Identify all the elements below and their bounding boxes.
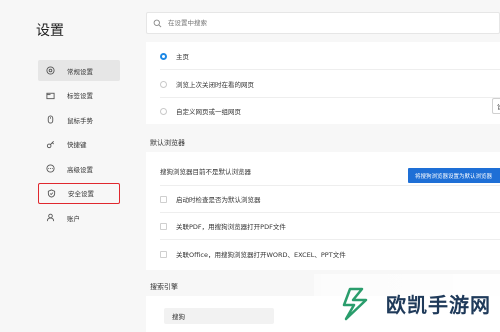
sidebar-item-account[interactable]: 账户: [38, 207, 120, 228]
more-icon: [43, 162, 57, 176]
startup-card: 主页 浏览上次关闭时在看的网页 自定义网页或一组网页 设: [146, 42, 500, 124]
search-input[interactable]: [166, 18, 470, 28]
sidebar-item-security[interactable]: 安全设置: [38, 182, 120, 204]
checkbox[interactable]: [160, 222, 167, 230]
sidebar-item-label: 安全设置: [68, 190, 94, 198]
watermark-logo: [342, 287, 368, 321]
check-default-on-startup[interactable]: 启动时检查是否为默认浏览器: [160, 194, 261, 204]
search-engine-heading: 搜索引擎: [150, 283, 178, 291]
sidebar-item-advanced[interactable]: 高级设置: [38, 158, 120, 179]
search-bar[interactable]: [146, 12, 500, 34]
divider: [160, 69, 500, 70]
divider: [160, 239, 500, 240]
associate-office[interactable]: 关联Office，用搜狗浏览器打开WORD、EXCEL、PPT文件: [160, 249, 346, 259]
checkbox[interactable]: [160, 195, 167, 203]
sidebar-item-label: 鼠标手势: [67, 116, 93, 125]
sidebar-item-mouse-gesture[interactable]: 鼠标手势: [38, 109, 120, 130]
select-value: 搜狗: [172, 313, 185, 321]
status-text: 搜狗浏览器目前不是默认浏览器: [160, 168, 251, 176]
tab-icon: [43, 88, 57, 102]
sidebar-item-shortcuts[interactable]: 快捷键: [38, 134, 120, 155]
sidebar-item-tabs[interactable]: 标签设置: [38, 85, 120, 106]
default-browser-heading: 默认浏览器: [150, 139, 185, 147]
startup-option-custom[interactable]: 自定义网页或一组网页: [160, 106, 241, 116]
divider: [160, 185, 500, 186]
watermark: 欧凯手游网: [314, 274, 500, 332]
sidebar-item-label: 账户: [67, 214, 80, 223]
option-label: 自定义网页或一组网页: [176, 108, 241, 116]
radio-button[interactable]: [160, 107, 167, 115]
set-pages-button[interactable]: 设: [492, 98, 500, 114]
shield-icon: [44, 186, 58, 200]
checkbox-label: 关联PDF，用搜狗浏览器打开PDF文件: [176, 223, 286, 231]
option-label: 浏览上次关闭时在看的网页: [176, 81, 254, 89]
default-browser-status: 搜狗浏览器目前不是默认浏览器: [160, 166, 251, 176]
associate-pdf[interactable]: 关联PDF，用搜狗浏览器打开PDF文件: [160, 221, 286, 231]
radio-button[interactable]: [160, 80, 167, 88]
search-icon: [153, 19, 162, 27]
page-title: 设置: [36, 23, 64, 39]
startup-option-last-session[interactable]: 浏览上次关闭时在看的网页: [160, 79, 254, 89]
option-label: 主页: [176, 53, 189, 61]
set-default-browser-button[interactable]: 将搜狗浏览器设置为默认浏览器: [408, 168, 500, 183]
divider: [160, 97, 500, 98]
settings-icon: [43, 64, 57, 78]
sidebar-item-label: 标签设置: [67, 92, 93, 100]
sidebar-item-general[interactable]: 常规设置: [38, 60, 120, 81]
person-icon: [43, 211, 57, 225]
mouse-gesture-icon: [43, 113, 57, 127]
checkbox[interactable]: [160, 250, 167, 258]
shortcut-key-icon: [43, 137, 57, 151]
checkbox-label: 关联Office，用搜狗浏览器打开WORD、EXCEL、PPT文件: [176, 251, 346, 259]
sidebar-nav: 常规设置 标签设置 鼠标手势 快捷键 高级设置 安全设置 账户: [38, 60, 120, 232]
sidebar-item-label: 快捷键: [67, 141, 87, 149]
sidebar-item-label: 常规设置: [67, 67, 93, 76]
default-browser-card: 搜狗浏览器目前不是默认浏览器 将搜狗浏览器设置为默认浏览器 启动时检查是否为默认…: [146, 152, 500, 270]
radio-button[interactable]: [160, 52, 167, 60]
sidebar-item-label: 高级设置: [67, 165, 93, 174]
checkbox-label: 启动时检查是否为默认浏览器: [176, 196, 261, 204]
sidebar: 设置 常规设置 标签设置 鼠标手势 快捷键 高级设置 安全设置 账户: [0, 0, 138, 332]
divider: [160, 212, 500, 213]
startup-option-homepage[interactable]: 主页: [160, 51, 189, 61]
search-engine-select[interactable]: 搜狗: [164, 308, 274, 324]
watermark-text: 欧凯手游网: [386, 292, 491, 317]
